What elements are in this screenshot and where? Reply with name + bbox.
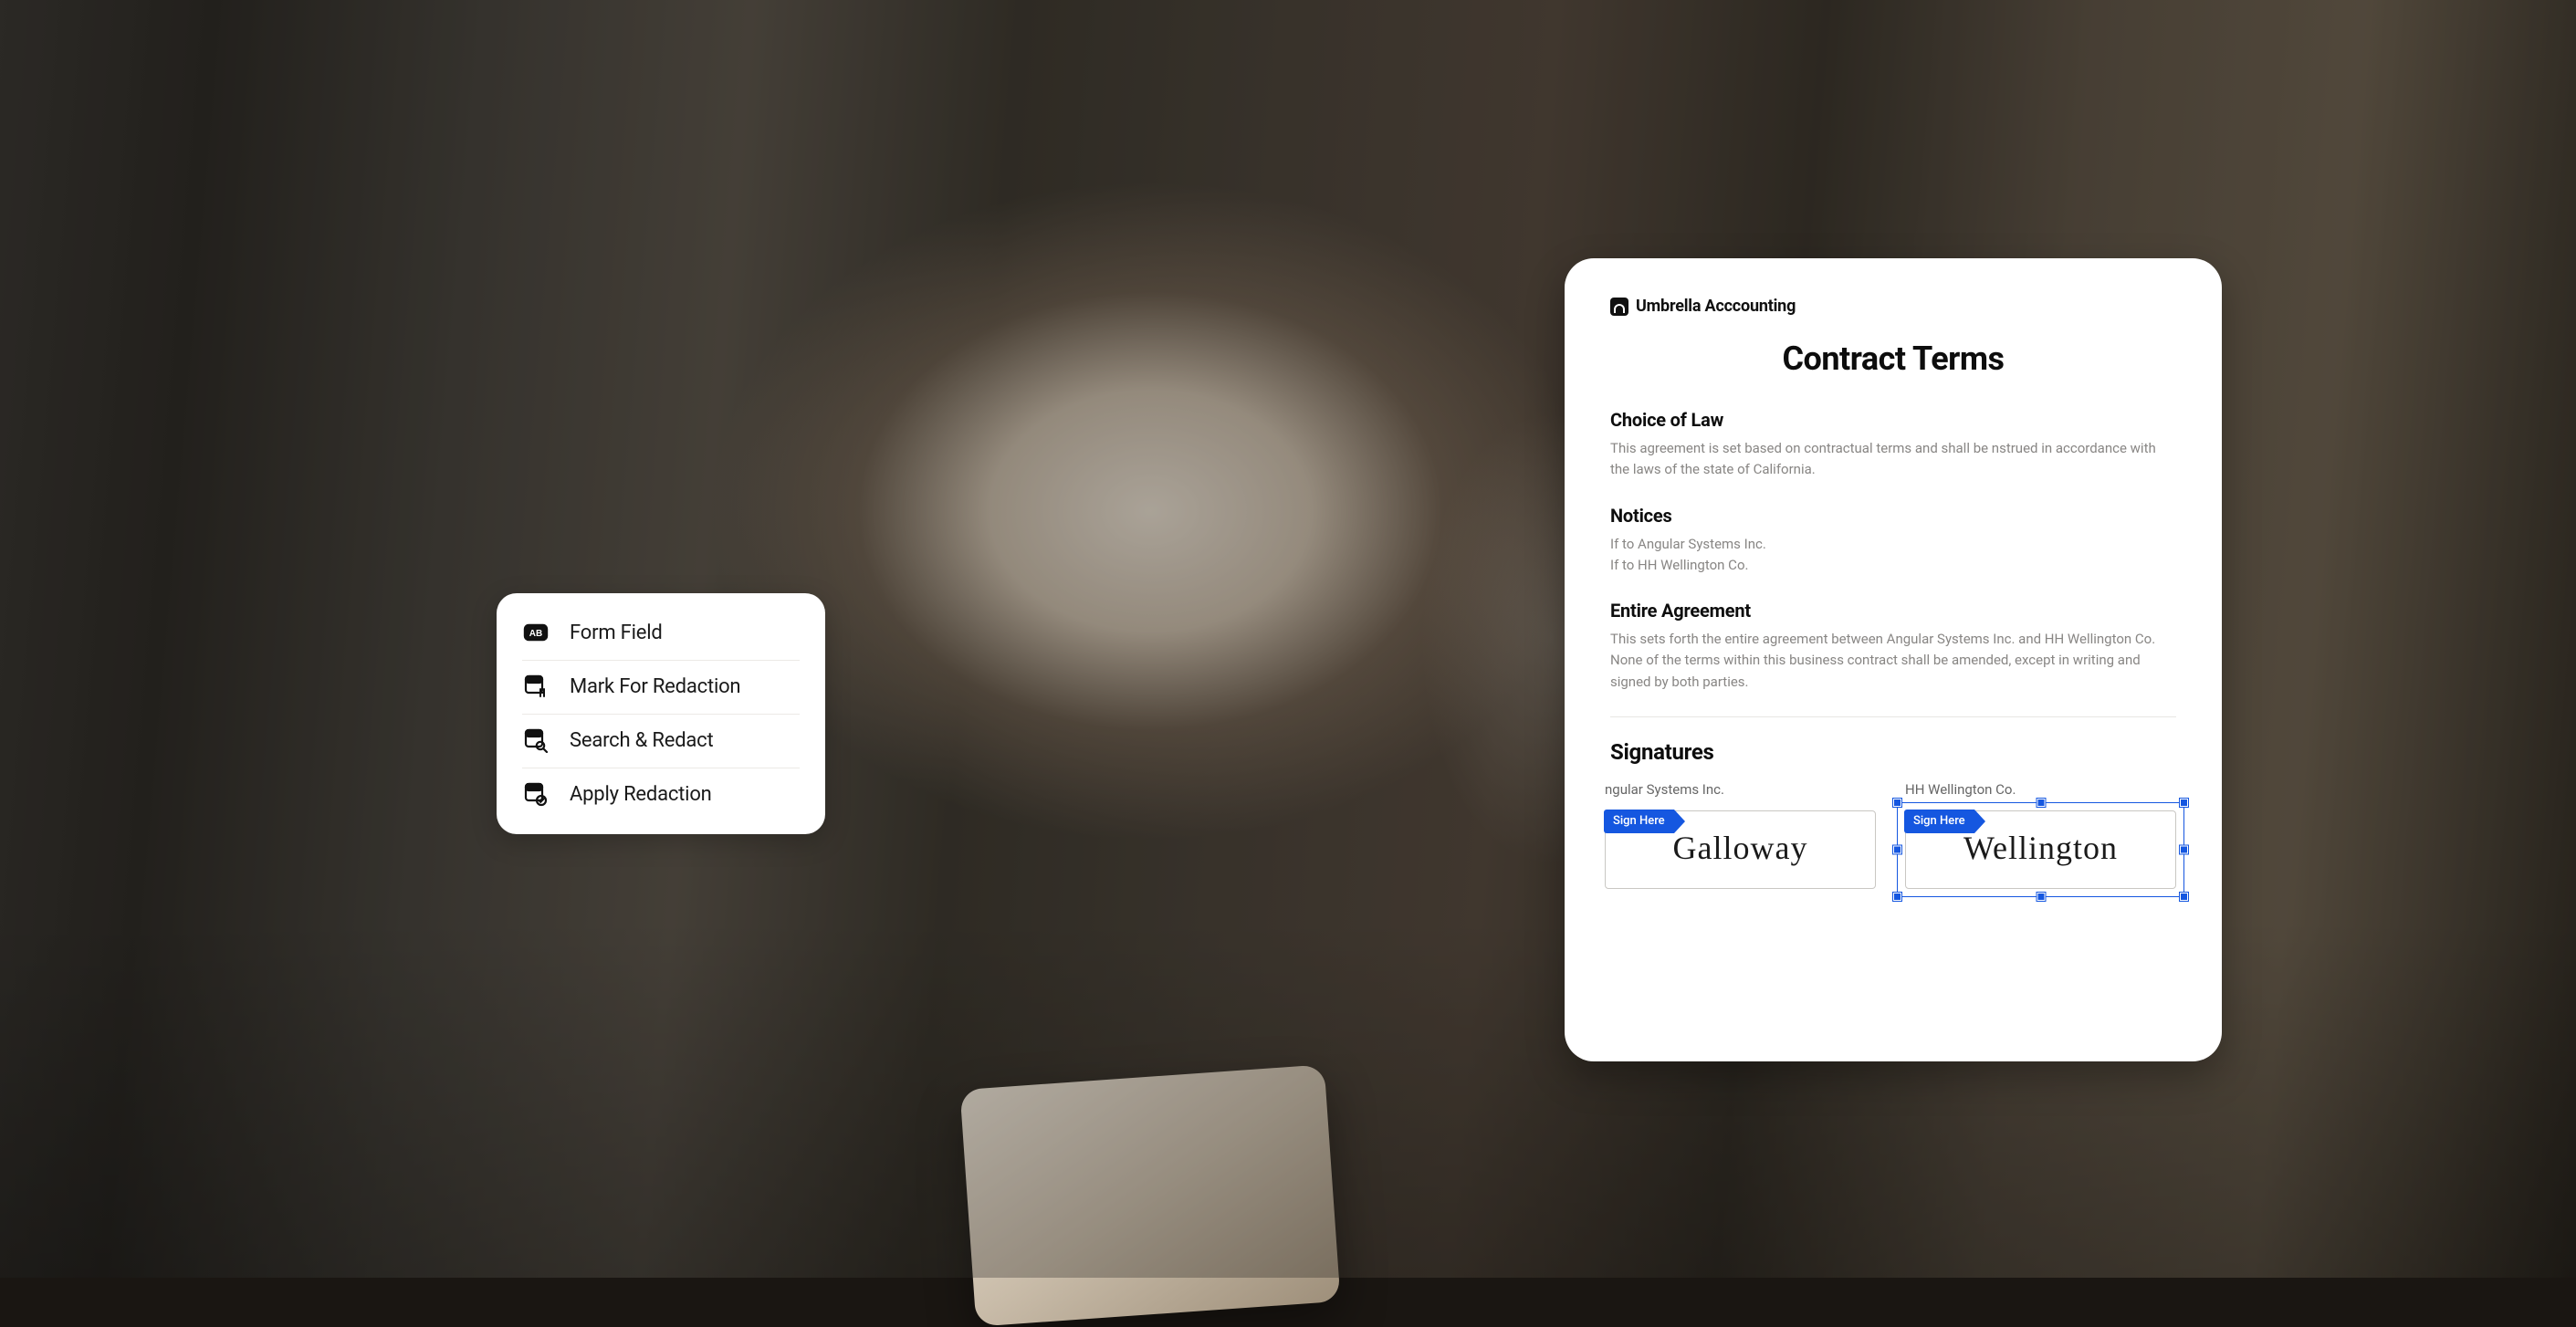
signature-party-name: HH Wellington Co. [1905,781,2176,798]
menu-item-label: Mark For Redaction [570,675,740,698]
signatures-heading: Signatures [1610,739,2176,765]
sign-here-arrow-icon [1674,810,1685,833]
sign-here-arrow-icon [1974,810,1985,833]
section-entire-agreement: Entire Agreement This sets forth the ent… [1610,600,2176,693]
menu-item-form-field[interactable]: AB Form Field [497,606,825,660]
contract-document-card: Umbrella Acccounting Contract Terms Choi… [1565,258,2222,1061]
section-choice-of-law: Choice of Law This agreement is set base… [1610,409,2176,481]
sign-here-tag[interactable]: Sign Here [1604,810,1685,833]
search-redact-icon [522,726,550,754]
sign-here-tag[interactable]: Sign Here [1904,810,1985,833]
menu-item-apply-redaction[interactable]: Apply Redaction [497,768,825,821]
section-heading: Choice of Law [1610,409,2176,431]
signature-column-angular: ngular Systems Inc. Sign Here Galloway [1605,781,1876,889]
signatures-row: ngular Systems Inc. Sign Here Galloway H… [1605,781,2176,889]
brand-name: Umbrella Acccounting [1636,297,1796,316]
section-heading: Notices [1610,505,2176,527]
divider [1610,716,2176,717]
svg-text:AB: AB [529,629,542,639]
resize-handle-mid-left[interactable] [1893,845,1901,853]
resize-handle-bottom-mid[interactable] [2037,893,2045,901]
signature-party-name: ngular Systems Inc. [1605,781,1876,798]
menu-item-mark-for-redaction[interactable]: Mark For Redaction [497,660,825,714]
menu-item-label: Apply Redaction [570,783,712,806]
resize-handle-top-left[interactable] [1893,799,1901,807]
resize-handle-mid-right[interactable] [2180,845,2188,853]
menu-item-search-and-redact[interactable]: Search & Redact [497,714,825,768]
sign-here-label: Sign Here [1904,810,1974,833]
signature-field[interactable]: Sign Here Wellington [1905,810,2176,889]
signature-field[interactable]: Sign Here Galloway [1605,810,1876,889]
signature-glyph: Galloway [1673,829,1808,867]
umbrella-logo-icon [1610,298,1628,316]
section-body: If to Angular Systems Inc. If to HH Well… [1610,534,2176,577]
notice-line: If to HH Wellington Co. [1610,555,2176,576]
form-field-icon: AB [522,619,550,646]
section-body: This sets forth the entire agreement bet… [1610,629,2176,693]
signature-glyph: Wellington [1963,829,2118,867]
resize-handle-top-right[interactable] [2180,799,2188,807]
redaction-tools-menu: AB Form Field Mark For Redaction Search … [497,593,825,834]
section-body: This agreement is set based on contractu… [1610,438,2176,481]
section-notices: Notices If to Angular Systems Inc. If to… [1610,505,2176,577]
resize-handle-bottom-right[interactable] [2180,893,2188,901]
menu-item-label: Form Field [570,622,663,644]
signature-column-wellington: HH Wellington Co. Sign Here Wellington [1905,781,2176,889]
sign-here-label: Sign Here [1604,810,1674,833]
section-heading: Entire Agreement [1610,600,2176,622]
resize-handle-bottom-left[interactable] [1893,893,1901,901]
apply-redaction-icon [522,780,550,808]
resize-handle-top-mid[interactable] [2037,799,2045,807]
menu-item-label: Search & Redact [570,729,714,752]
document-title: Contract Terms [1610,340,2176,378]
notice-line: If to Angular Systems Inc. [1610,534,2176,555]
document-brand: Umbrella Acccounting [1610,297,2176,316]
mark-redaction-icon [522,673,550,700]
